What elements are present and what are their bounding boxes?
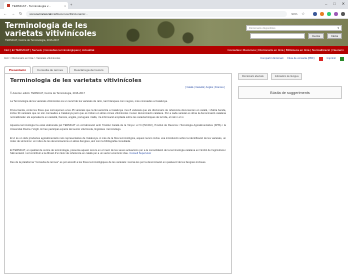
- dictionary-select[interactable]: Diccionaris disponibles ▾: [246, 25, 342, 31]
- forward-icon[interactable]: →: [11, 11, 15, 16]
- zoom-level[interactable]: 90%: [291, 12, 297, 16]
- close-window-icon[interactable]: ✕: [342, 1, 345, 6]
- header-subtitle: TERMCAT, Centre de Terminologia, 2016-20…: [5, 39, 60, 42]
- sidebar-buttons: Diccionaris afectats Indicadors de lleng…: [238, 73, 344, 80]
- start-button[interactable]: Inicia: [326, 33, 342, 39]
- minimize-icon[interactable]: –: [325, 1, 327, 6]
- language-links[interactable]: [ Català | Castellà | Anglès | Francès ]: [185, 86, 225, 89]
- paragraph: El vi és un dels productes agroalimentar…: [10, 136, 226, 144]
- breadcrumb[interactable]: Inici > Diccionaris en línia > Varietats…: [4, 57, 60, 60]
- menu-icon[interactable]: [341, 11, 345, 16]
- main-content: Terminologia de les varietats vitiviníco…: [4, 73, 232, 274]
- authorship: © Autoria i edició: TERMCAT, Centre de T…: [10, 92, 86, 95]
- reload-icon[interactable]: ↻: [19, 11, 22, 16]
- site-header: Terminologia de les varietats vitiviníco…: [0, 19, 348, 46]
- language-indicators-button[interactable]: Indicadors de llengua: [270, 73, 303, 80]
- paragraph: Aquesta terminologia ha estat elaborada …: [10, 124, 226, 131]
- breadcrumb-row: Inici > Diccionaris en línia > Varietats…: [0, 55, 348, 62]
- url-prefix: www.: [29, 11, 37, 16]
- close-tab-icon[interactable]: ×: [64, 4, 66, 8]
- inline-link[interactable]: Consell Supervisor: [129, 152, 151, 155]
- page-tools: Compartir diccionari Fitxa de consulta (…: [260, 56, 344, 61]
- content-tabs: Presentació Consulta de termes Descàrreg…: [4, 66, 109, 73]
- browser-tab-title: TERMCAT - Terminología v...: [12, 3, 51, 8]
- pdf-link[interactable]: Fitxa de consulta (PDF): [287, 57, 314, 60]
- search-input[interactable]: [250, 33, 305, 39]
- extension-icon[interactable]: [334, 11, 338, 16]
- pdf-icon[interactable]: [318, 56, 323, 61]
- print-link[interactable]: Imprimir: [327, 57, 336, 60]
- search-button[interactable]: Cerca: [307, 33, 324, 39]
- print-icon[interactable]: [340, 56, 344, 61]
- browser-tab[interactable]: TERMCAT - Terminología v... ×: [4, 2, 68, 9]
- browser-tabbar: TERMCAT - Terminología v... × + – □ ✕: [0, 0, 348, 9]
- menu-left-links[interactable]: Inici | El TERMCAT | Serveis | Consultes…: [4, 48, 94, 52]
- page-title: Terminologia de les varietats vitiviníco…: [10, 78, 142, 84]
- extension-icon[interactable]: [320, 11, 324, 16]
- paragraph: El TERMCAT, en qualitat de centre de ter…: [10, 149, 226, 156]
- affected-dictionaries-button[interactable]: Diccionaris afectats: [238, 73, 268, 80]
- tab-presentacio[interactable]: Presentació: [4, 66, 32, 73]
- search-row: Cerca Inicia: [250, 33, 342, 39]
- paragraph: Des de la plataforma "Consulta de termes…: [10, 160, 207, 164]
- maximize-icon[interactable]: □: [333, 1, 335, 6]
- tab-descarrega[interactable]: Descàrrega del recurs: [69, 66, 109, 73]
- bookmark-star-icon[interactable]: ☆: [301, 11, 305, 16]
- extensions: [313, 11, 345, 16]
- share-link[interactable]: Compartir diccionari: [260, 57, 283, 60]
- paragraph: D'una banda, conté les fitxes que corres…: [10, 108, 226, 119]
- site-logo[interactable]: Terminologia de les varietats vitiviníco…: [5, 22, 96, 42]
- window-controls: – □ ✕: [325, 1, 345, 6]
- tab-consulta-termes[interactable]: Consulta de termes: [32, 66, 69, 73]
- main-menu: Inici | El TERMCAT | Serveis | Consultes…: [0, 46, 348, 54]
- new-tab-button[interactable]: +: [70, 2, 72, 7]
- paragraph-text: El TERMCAT, en qualitat de centre de ter…: [10, 148, 226, 156]
- header-title-line2: varietats vitivinícoles: [5, 28, 97, 38]
- suggestions-box[interactable]: Bústia de suggeriments: [238, 86, 342, 99]
- chevron-down-icon: ▾: [337, 26, 339, 30]
- sidebar: Diccionaris afectats Indicadors de lleng…: [238, 73, 344, 133]
- address-bar[interactable]: www. termcat.cat /ca/Recursos/Diccionari…: [26, 10, 288, 17]
- url-path: /ca/Recursos/Diccionaris/...: [51, 11, 88, 16]
- favicon-icon: [7, 4, 10, 7]
- paragraph: La Terminologia de les varietats vitivin…: [10, 100, 168, 103]
- menu-right-links[interactable]: Consultes i Recursos | Diccionaris en lí…: [228, 48, 345, 52]
- grapes-image: [100, 19, 210, 46]
- extension-icon[interactable]: [313, 11, 317, 16]
- browser-toolbar: ← → ↻ www. termcat.cat /ca/Recursos/Dicc…: [0, 9, 348, 19]
- dictionary-select-label: Diccionaris disponibles: [249, 26, 276, 30]
- url-domain: termcat.cat: [36, 11, 52, 16]
- back-icon[interactable]: ←: [3, 11, 7, 16]
- extension-icon[interactable]: [327, 11, 331, 16]
